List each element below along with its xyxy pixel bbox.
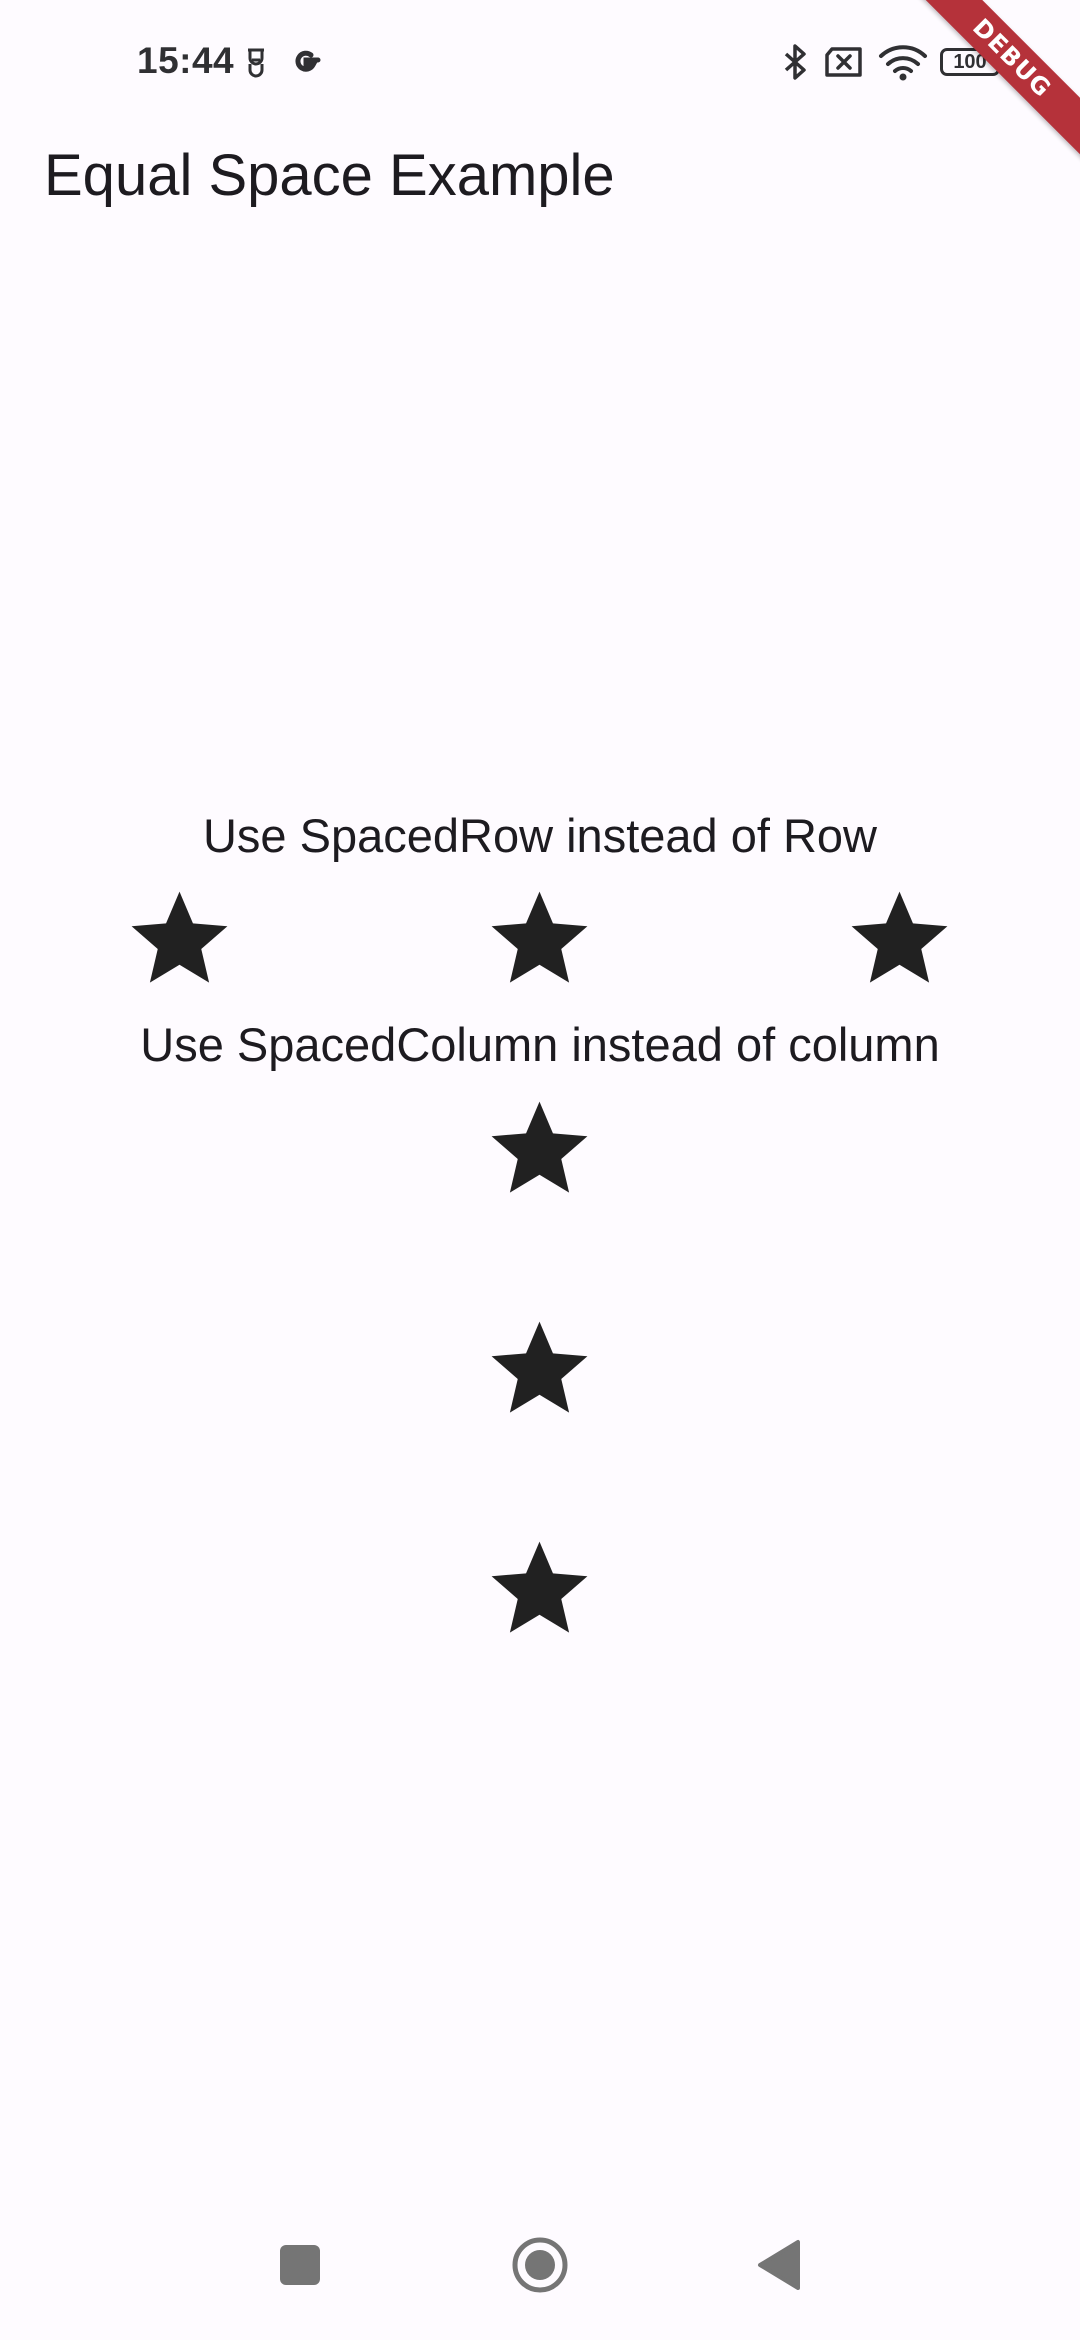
star-icon xyxy=(122,882,237,997)
recents-icon xyxy=(280,2245,320,2285)
spaced-column-caption: Use SpacedColumn instead of column xyxy=(140,1018,940,1071)
star-icon xyxy=(482,1532,597,1647)
back-icon xyxy=(758,2240,800,2290)
screen: 15:44 100 DEBUG Equal Space Example Use … xyxy=(0,0,1080,2340)
spaced-row-caption: Use SpacedRow instead of Row xyxy=(202,809,878,862)
wifi-icon xyxy=(878,42,928,82)
no-sim-icon xyxy=(824,46,864,78)
app-bar: Equal Space Example xyxy=(0,124,1080,224)
status-bar: 15:44 100 xyxy=(0,0,1080,124)
silent-mode-icon xyxy=(244,46,268,80)
star-icon xyxy=(482,1312,597,1427)
page-title: Equal Space Example xyxy=(44,143,615,208)
home-button[interactable] xyxy=(500,2230,580,2300)
star-icon xyxy=(482,1092,597,1207)
recents-button[interactable] xyxy=(260,2230,340,2300)
star-icon xyxy=(842,882,957,997)
star-icon xyxy=(482,882,597,997)
status-time: 15:44 xyxy=(137,40,235,81)
back-button[interactable] xyxy=(740,2230,820,2300)
bluetooth-icon xyxy=(782,42,810,82)
google-icon xyxy=(288,44,324,80)
navigation-bar xyxy=(0,2190,1080,2340)
